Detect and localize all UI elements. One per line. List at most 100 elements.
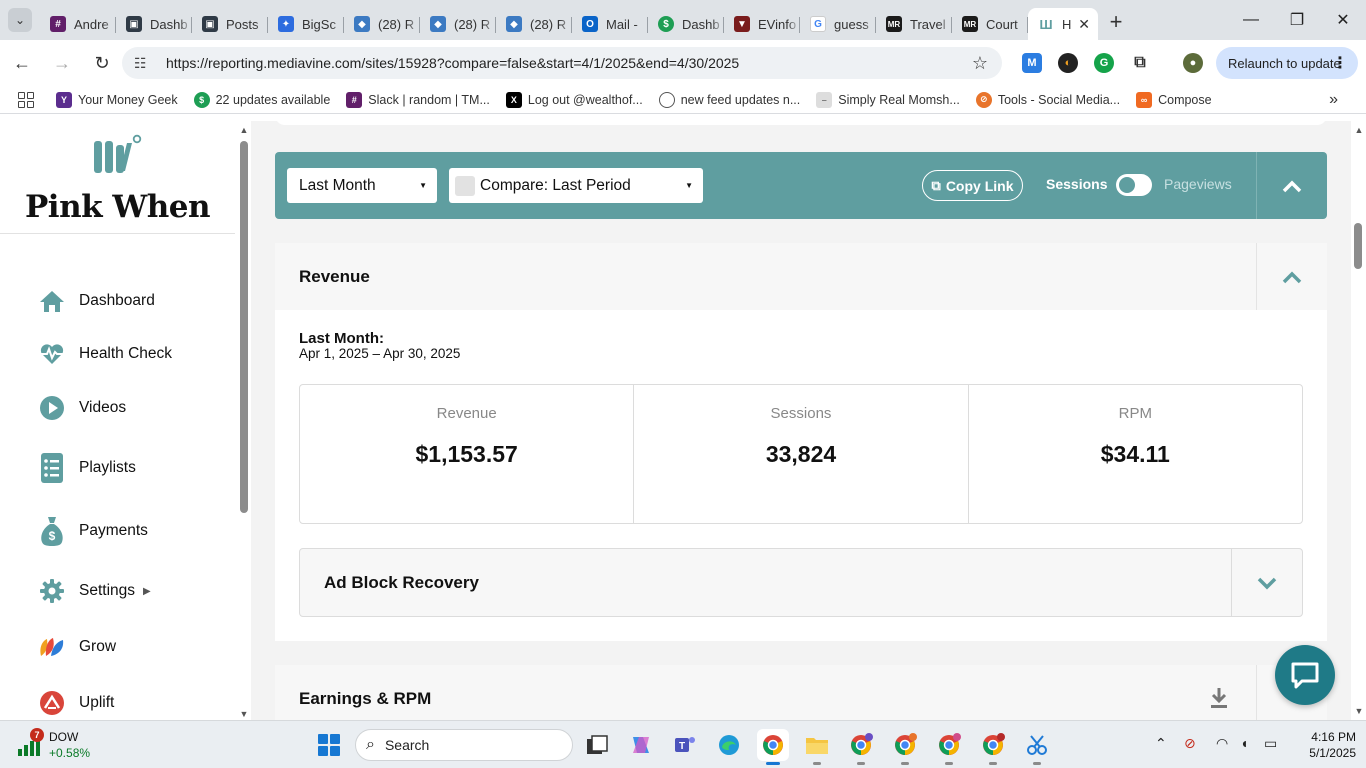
reload-button[interactable]: ↻ bbox=[84, 45, 120, 81]
scrollbar-thumb[interactable] bbox=[240, 141, 248, 513]
close-tab-icon[interactable]: ✕ bbox=[1078, 16, 1090, 33]
browser-tab[interactable]: ◆ (28) R bbox=[496, 8, 572, 40]
sidebar-item-playlists[interactable]: Playlists bbox=[38, 448, 228, 488]
page-scrollbar[interactable]: ▲ ▼ bbox=[1351, 121, 1366, 720]
wifi-icon[interactable]: ◠ bbox=[1216, 735, 1228, 752]
metric-label: Sessions bbox=[770, 405, 832, 422]
windows-start-icon[interactable] bbox=[318, 734, 340, 756]
relaunch-button[interactable]: Relaunch to update ⋮ bbox=[1216, 47, 1358, 79]
metric-rpm: RPM $34.11 bbox=[967, 385, 1302, 523]
chrome-icon[interactable] bbox=[757, 729, 789, 765]
back-button[interactable]: ← bbox=[4, 45, 40, 81]
file-explorer-icon[interactable] bbox=[801, 729, 833, 765]
taskbar-search[interactable]: ⌕ Search bbox=[355, 729, 573, 761]
scrollbar-thumb[interactable] bbox=[1354, 223, 1362, 269]
scroll-up-arrow-icon[interactable]: ▲ bbox=[1353, 125, 1365, 135]
chrome-profile-icon[interactable] bbox=[889, 729, 921, 765]
extension-grammarly-icon[interactable]: G bbox=[1094, 53, 1114, 73]
browser-tab[interactable]: O Mail - bbox=[572, 8, 648, 40]
copilot-icon[interactable] bbox=[625, 729, 657, 761]
period-select[interactable]: Last Month ▼ bbox=[287, 168, 437, 203]
collapse-revenue-button[interactable] bbox=[1256, 243, 1327, 310]
teams-icon[interactable]: T bbox=[669, 729, 701, 761]
bookmark[interactable]: Y Your Money Geek bbox=[56, 91, 178, 108]
chat-button[interactable] bbox=[1275, 645, 1335, 705]
browser-tab[interactable]: Gguess bbox=[800, 8, 876, 40]
new-tab-button[interactable]: + bbox=[1098, 6, 1134, 38]
volume-icon[interactable]: ◖ bbox=[1240, 735, 1248, 751]
address-bar[interactable]: ☷ https://reporting.mediavine.com/sites/… bbox=[122, 47, 1002, 79]
security-status-icon[interactable]: ⊘ bbox=[1184, 735, 1196, 752]
sidebar-item-grow[interactable]: Grow bbox=[38, 627, 228, 667]
bookmark-star-icon[interactable]: ☆ bbox=[972, 53, 988, 74]
bookmark[interactable]: ∞ Compose bbox=[1136, 91, 1212, 108]
metric-revenue: Revenue $1,153.57 bbox=[300, 385, 633, 523]
sidebar-scrollbar[interactable]: ▲ ▼ bbox=[238, 125, 250, 720]
compare-select[interactable]: Compare: Last Period ▼ bbox=[449, 168, 703, 203]
chevron-up-icon[interactable]: ⌃ bbox=[1155, 735, 1167, 752]
browser-tab[interactable]: ✦ BigSc bbox=[268, 8, 344, 40]
wp-dashboard-icon: ▣ bbox=[126, 16, 142, 32]
browser-tab[interactable]: ▣ Posts bbox=[192, 8, 268, 40]
collapse-filter-button[interactable] bbox=[1256, 152, 1327, 219]
bookmark[interactable]: ⊘ Tools - Social Media... bbox=[975, 91, 1120, 108]
bookmark[interactable]: # Slack | random | TM... bbox=[346, 91, 490, 108]
extension-m-icon[interactable]: M bbox=[1022, 53, 1042, 73]
browser-tab[interactable]: ▼ EVinfo bbox=[724, 8, 800, 40]
browser-tab[interactable]: $ Dashb bbox=[648, 8, 724, 40]
sidebar-item-health-check[interactable]: Health Check bbox=[38, 334, 228, 374]
browser-tab[interactable]: ◆ (28) R bbox=[420, 8, 496, 40]
bookmark[interactable]: – Simply Real Momsh... bbox=[816, 91, 960, 108]
bookmark[interactable]: X Log out @wealthof... bbox=[505, 91, 643, 108]
more-menu-icon[interactable]: ⋮ bbox=[1332, 53, 1348, 73]
compare-checkbox[interactable] bbox=[455, 175, 475, 196]
bookmark[interactable]: $22 updates available bbox=[193, 91, 330, 108]
chrome-profile-icon[interactable] bbox=[977, 729, 1009, 765]
scroll-down-arrow-icon[interactable]: ▼ bbox=[238, 709, 250, 719]
minimize-button[interactable]: — bbox=[1228, 0, 1274, 40]
extension-honey-icon[interactable]: ◐ bbox=[1058, 53, 1078, 73]
copy-icon: ⧉ bbox=[931, 177, 941, 193]
extensions-puzzle-icon[interactable]: ⧉ bbox=[1130, 53, 1150, 73]
forward-button[interactable]: → bbox=[44, 45, 80, 81]
browser-tab[interactable]: ◆ (28) R bbox=[344, 8, 420, 40]
browser-tab[interactable]: ▣ Dashb bbox=[116, 8, 192, 40]
browser-tab-active[interactable]: Ш H ✕ bbox=[1028, 8, 1098, 40]
snipping-tool-icon[interactable] bbox=[1021, 729, 1053, 765]
close-window-button[interactable]: ✕ bbox=[1320, 0, 1366, 40]
browser-tab[interactable]: MR Court bbox=[952, 8, 1028, 40]
pageviews-label: Pageviews bbox=[1164, 176, 1232, 192]
task-view-icon[interactable] bbox=[581, 729, 613, 761]
sidebar-item-settings[interactable]: Settings ▶ bbox=[38, 571, 228, 611]
apps-grid-icon[interactable] bbox=[18, 91, 34, 108]
restore-button[interactable]: ❐ bbox=[1274, 0, 1320, 40]
sidebar-item-videos[interactable]: Videos bbox=[38, 388, 228, 428]
clock[interactable]: 4:16 PM 5/1/2025 bbox=[1290, 729, 1356, 761]
chrome-profile-icon[interactable] bbox=[845, 729, 877, 765]
scroll-down-arrow-icon[interactable]: ▼ bbox=[1353, 706, 1365, 716]
profile-avatar[interactable]: ● bbox=[1183, 53, 1203, 73]
tab-search-button[interactable]: ⌄ bbox=[0, 0, 40, 40]
chrome-profile-icon[interactable] bbox=[933, 729, 965, 765]
sidebar-item-uplift[interactable]: Uplift bbox=[38, 683, 228, 720]
copy-link-button[interactable]: ⧉ Copy Link bbox=[922, 170, 1023, 201]
scroll-up-arrow-icon[interactable]: ▲ bbox=[238, 125, 250, 135]
battery-icon[interactable]: ▭ bbox=[1264, 735, 1277, 752]
browser-tab[interactable]: MR Travel bbox=[876, 8, 952, 40]
browser-tab[interactable]: # Andre bbox=[40, 8, 116, 40]
bookmark[interactable]: new feed updates n... bbox=[658, 91, 800, 108]
sidebar: Pink When Dashboard Health Check Videos … bbox=[0, 121, 250, 720]
sessions-pageviews-toggle[interactable] bbox=[1116, 174, 1152, 196]
expand-ad-block-button[interactable] bbox=[1231, 549, 1302, 616]
search-icon: ⌕ bbox=[366, 736, 375, 753]
sidebar-item-payments[interactable]: $ Payments bbox=[38, 511, 228, 551]
chevron-right-double-icon[interactable]: » bbox=[1329, 91, 1338, 109]
site-info-icon[interactable]: ☷ bbox=[134, 55, 154, 72]
ad-block-recovery-panel[interactable]: Ad Block Recovery bbox=[299, 548, 1303, 617]
sidebar-item-dashboard[interactable]: Dashboard bbox=[38, 281, 228, 321]
edge-icon[interactable] bbox=[713, 729, 745, 761]
tab-strip: ⌄ # Andre ▣ Dashb ▣ Posts ✦ BigSc ◆ (28) R ◆(… bbox=[0, 0, 1366, 40]
stock-widget[interactable]: 7 DOW +0.58% bbox=[16, 727, 116, 763]
section-title: Revenue bbox=[299, 266, 370, 286]
download-icon[interactable] bbox=[1210, 687, 1228, 709]
